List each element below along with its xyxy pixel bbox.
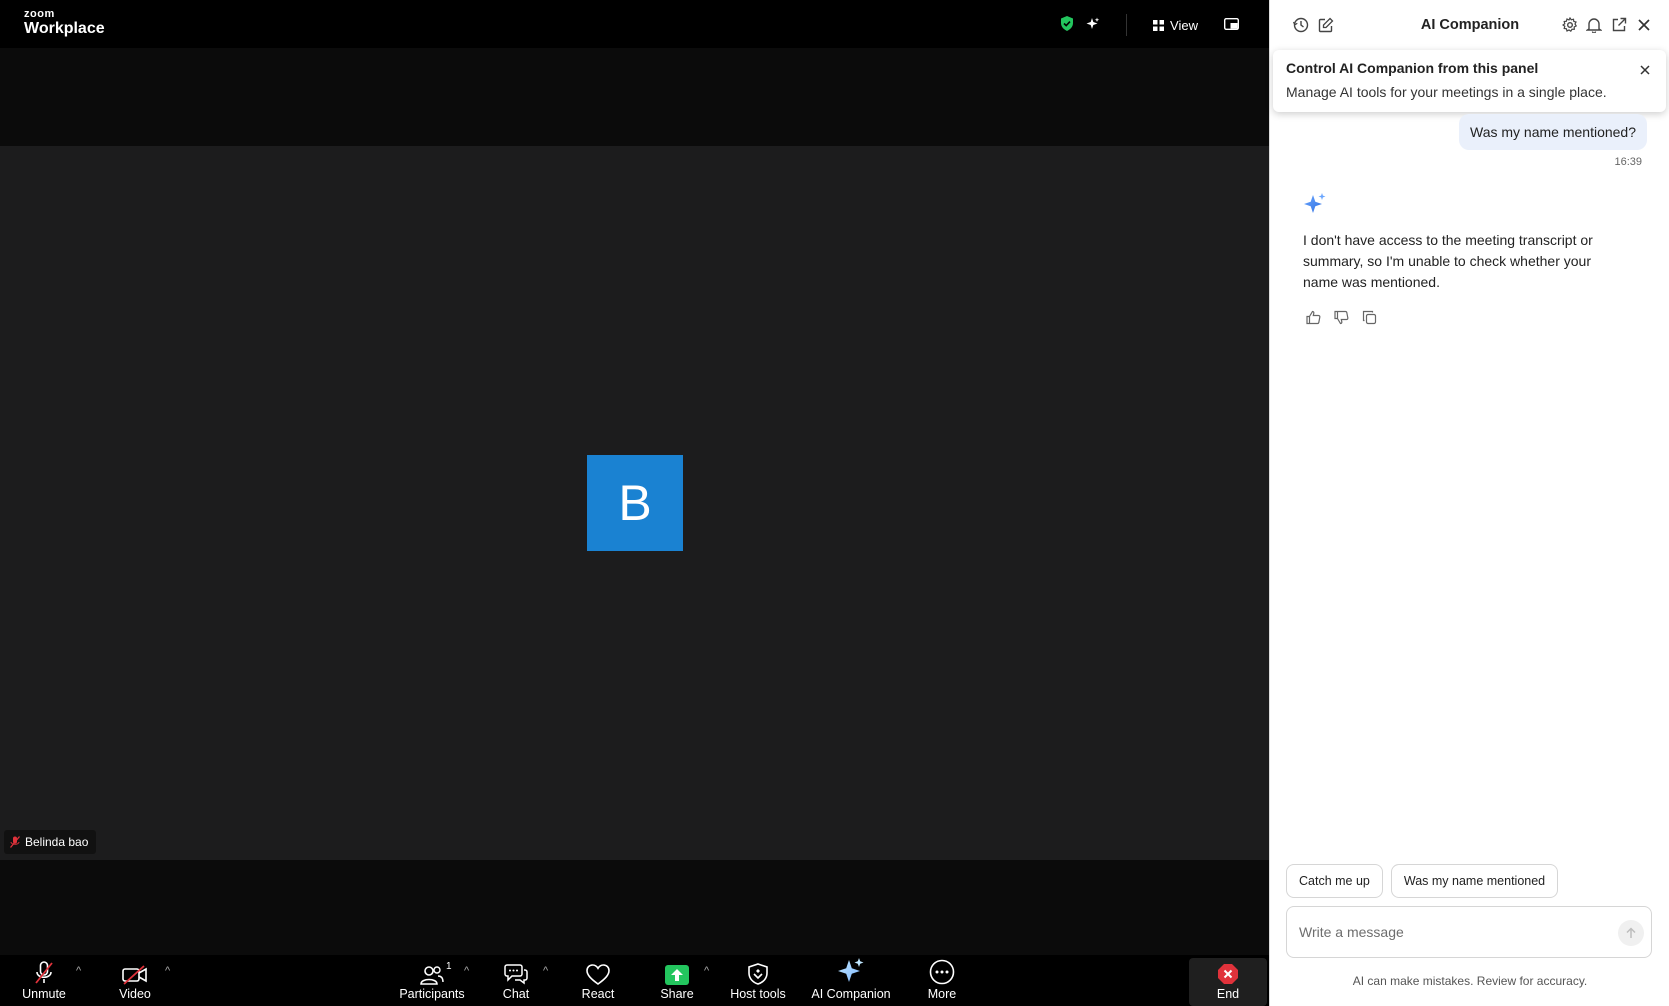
settings-gear-icon[interactable] <box>1562 17 1578 33</box>
bell-icon[interactable] <box>1586 17 1602 33</box>
more-icon <box>929 959 955 985</box>
meeting-toolbar: Unmute ^ Video ^ 1 Participants ^ Chat ^… <box>0 955 1269 1006</box>
participants-options-caret[interactable]: ^ <box>464 965 469 977</box>
ai-companion-label: AI Companion <box>811 987 891 1001</box>
end-label: End <box>1216 987 1240 1001</box>
chat-button[interactable]: Chat <box>496 955 536 1006</box>
ai-response-text: I don't have access to the meeting trans… <box>1303 232 1593 290</box>
top-bar: zoom Workplace View <box>0 0 1269 48</box>
video-options-caret[interactable]: ^ <box>165 965 170 977</box>
chip-was-my-name-mentioned[interactable]: Was my name mentioned <box>1390 864 1559 898</box>
participants-button[interactable]: 1 Participants <box>394 955 470 1006</box>
react-button[interactable]: React <box>575 955 621 1006</box>
view-label: View <box>1170 17 1198 33</box>
share-label: Share <box>660 987 694 1001</box>
onboarding-tooltip: Control AI Companion from this panel Man… <box>1273 50 1666 112</box>
host-tools-label: Host tools <box>730 987 786 1001</box>
logo-small: zoom <box>24 8 55 20</box>
chat-icon <box>504 964 528 985</box>
ai-companion-sparkle-icon <box>838 958 864 982</box>
more-label: More <box>927 987 957 1001</box>
meeting-area: zoom Workplace View B Belinda bao Unmute… <box>0 0 1269 1006</box>
message-composer <box>1286 906 1652 958</box>
participants-icon <box>420 966 444 985</box>
shield-check-icon[interactable] <box>1060 16 1074 34</box>
suggestion-chips: Catch me up Was my name mentioned <box>1286 864 1559 898</box>
ai-disclaimer: AI can make mistakes. Review for accurac… <box>1352 974 1588 988</box>
panel-header: AI Companion <box>1270 0 1669 50</box>
message-input[interactable] <box>1299 921 1599 943</box>
top-separator <box>1126 14 1128 36</box>
chat-label: Chat <box>502 987 530 1001</box>
tooltip-title: Control AI Companion from this panel <box>1286 60 1539 76</box>
send-button[interactable] <box>1618 920 1644 946</box>
video-label: Video <box>119 987 151 1001</box>
zoom-app: zoom Workplace View B Belinda bao Unmute… <box>0 0 1669 1006</box>
zoom-logo: zoom Workplace <box>24 9 105 37</box>
muted-mic-icon <box>35 961 53 984</box>
video-button[interactable]: Video <box>110 955 160 1006</box>
participant-name-tag: Belinda bao <box>4 830 97 854</box>
video-stage: B Belinda bao <box>0 146 1269 860</box>
response-feedback <box>1306 310 1377 330</box>
ai-sparkle-icon[interactable] <box>1086 17 1100 34</box>
ai-companion-button[interactable]: AI Companion <box>808 955 894 1006</box>
panel-title: AI Companion <box>1420 17 1520 33</box>
send-arrow-icon <box>1626 927 1636 938</box>
chip-catch-me-up[interactable]: Catch me up <box>1286 864 1383 898</box>
chat-options-caret[interactable]: ^ <box>543 965 548 977</box>
share-button[interactable]: Share <box>654 955 700 1006</box>
top-right-controls: View <box>1060 14 1240 36</box>
share-options-caret[interactable]: ^ <box>704 965 709 977</box>
heart-icon <box>586 964 610 985</box>
video-off-icon <box>122 965 147 985</box>
participant-avatar: B <box>587 455 683 551</box>
view-button[interactable]: View <box>1153 18 1198 33</box>
user-message-bubble: Was my name mentioned? <box>1459 114 1647 150</box>
participant-name: Belinda bao <box>25 835 89 849</box>
host-shield-icon <box>748 963 768 985</box>
unmute-label: Unmute <box>22 987 66 1001</box>
thumbs-down-icon[interactable] <box>1334 310 1349 330</box>
logo-big: Workplace <box>24 20 105 37</box>
audio-options-caret[interactable]: ^ <box>76 965 81 977</box>
close-panel-icon[interactable] <box>1636 17 1652 33</box>
ai-response-sparkle-icon <box>1303 192 1327 221</box>
user-message-time: 16:39 <box>1614 156 1642 168</box>
picture-in-picture-icon[interactable] <box>1223 17 1240 33</box>
more-button[interactable]: More <box>920 955 964 1006</box>
react-label: React <box>581 987 615 1001</box>
thumbs-up-icon[interactable] <box>1306 310 1321 330</box>
share-screen-icon <box>665 965 689 985</box>
pop-out-icon[interactable] <box>1611 17 1627 33</box>
unmute-button[interactable]: Unmute <box>16 955 72 1006</box>
muted-mic-icon <box>10 836 20 848</box>
bottom-video-strip <box>0 860 1269 955</box>
tooltip-body: Manage AI tools for your meetings in a s… <box>1286 84 1607 100</box>
ai-companion-panel: AI Companion Control AI Companion from t… <box>1269 0 1669 1006</box>
participants-label: Participants <box>399 987 465 1001</box>
end-icon <box>1218 964 1238 984</box>
top-video-strip <box>0 48 1269 146</box>
host-tools-button[interactable]: Host tools <box>728 955 788 1006</box>
tooltip-close-icon[interactable] <box>1640 62 1650 80</box>
participants-count: 1 <box>446 961 452 972</box>
end-meeting-button[interactable]: End <box>1189 958 1267 1006</box>
grid-icon <box>1153 19 1165 31</box>
copy-icon[interactable] <box>1362 310 1377 330</box>
